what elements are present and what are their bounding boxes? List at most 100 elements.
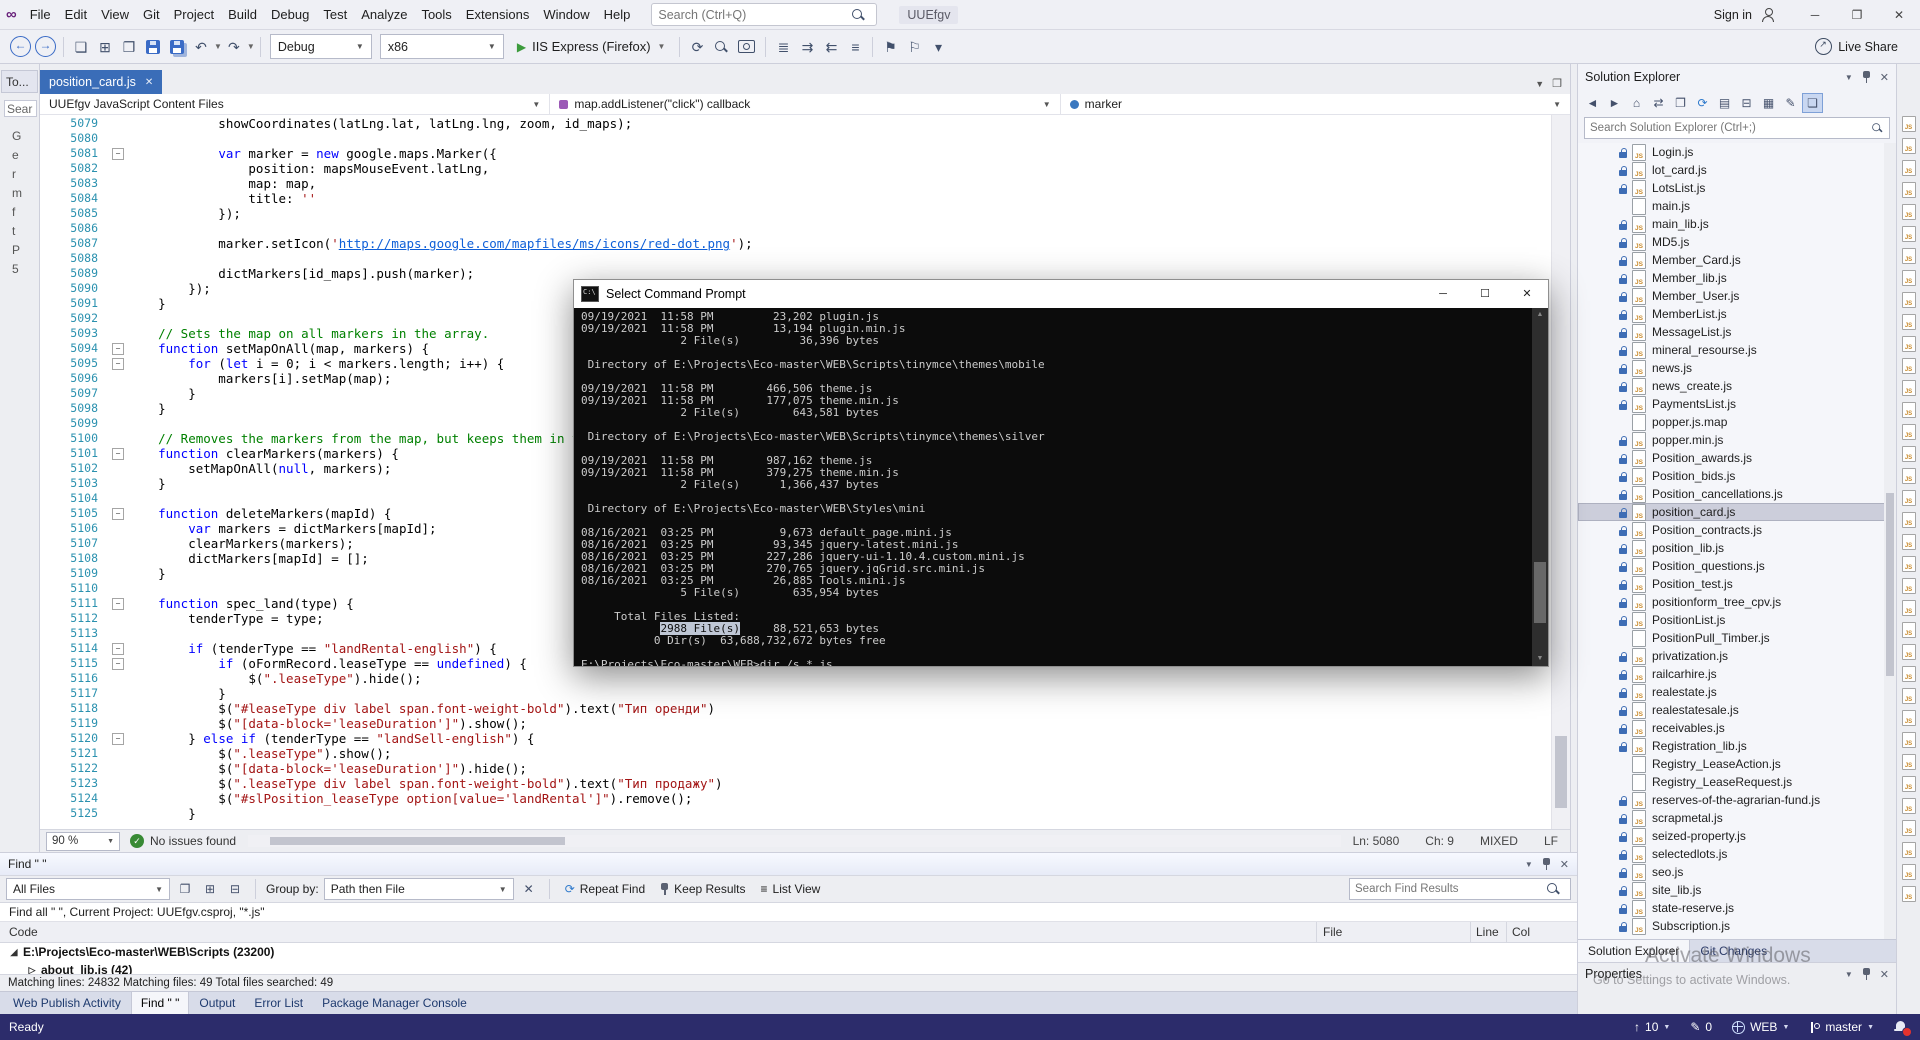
tree-item-realestate-js[interactable]: realestate.js <box>1578 683 1896 701</box>
expanded-icon[interactable]: ◢ <box>8 947 20 958</box>
search-find-results-input[interactable]: Search Find Results <box>1349 878 1571 900</box>
menu-project[interactable]: Project <box>167 7 221 22</box>
current-document-icon[interactable]: ❐ <box>175 879 195 899</box>
open-file-icon[interactable]: ❐ <box>117 36 141 58</box>
unwrap-icon[interactable]: ⇇ <box>819 36 843 58</box>
push-count-button[interactable]: ↑ 10 ▼ <box>1634 1020 1670 1034</box>
cmd-minimize-button[interactable]: ─ <box>1422 280 1464 308</box>
column-code[interactable]: Code <box>0 922 1317 942</box>
cmd-maximize-button[interactable]: ☐ <box>1464 280 1506 308</box>
column-file[interactable]: File <box>1317 922 1471 942</box>
bottom-tab-find-[interactable]: Find " " <box>130 992 190 1014</box>
tree-item-receivables-js[interactable]: receivables.js <box>1578 719 1896 737</box>
scroll-up-icon[interactable]: ▲ <box>1532 308 1548 322</box>
pin-icon[interactable] <box>1862 967 1871 981</box>
group-by-dropdown[interactable]: Path then File ▼ <box>323 878 514 900</box>
menu-analyze[interactable]: Analyze <box>354 7 414 22</box>
tree-item-registration-lib-js[interactable]: Registration_lib.js <box>1578 737 1896 755</box>
editor-vertical-scrollbar[interactable] <box>1551 115 1570 829</box>
tree-item-subscription-js[interactable]: Subscription.js <box>1578 917 1896 935</box>
scrollbar-thumb[interactable] <box>269 837 565 845</box>
redo-icon[interactable]: ↷ <box>222 36 246 58</box>
cmd-close-button[interactable]: ✕ <box>1506 280 1548 308</box>
show-all-files-icon[interactable]: ▦ <box>1758 93 1779 113</box>
menu-file[interactable]: File <box>23 7 58 22</box>
menu-tools[interactable]: Tools <box>414 7 458 22</box>
browser-inspect-icon[interactable] <box>714 40 728 54</box>
tab-position-card[interactable]: position_card.js ✕ <box>40 70 163 94</box>
tree-item-reserves-of-the-agrarian-fund-js[interactable]: reserves-of-the-agrarian-fund.js <box>1578 791 1896 809</box>
close-button[interactable]: ✕ <box>1878 0 1920 30</box>
minimize-button[interactable]: ─ <box>1794 0 1836 30</box>
menu-window[interactable]: Window <box>536 7 596 22</box>
toolbox-search-input[interactable]: Sear <box>4 100 37 117</box>
pending-edits-button[interactable]: ✎ 0 <box>1690 1020 1712 1034</box>
tree-item-selectedlots-js[interactable]: selectedlots.js <box>1578 845 1896 863</box>
menu-build[interactable]: Build <box>221 7 264 22</box>
run-button[interactable]: ▶ IIS Express (Firefox) ▼ <box>508 35 675 59</box>
refresh-icon[interactable]: ⟳ <box>1692 93 1713 113</box>
new-project-icon[interactable]: ❏ <box>69 36 93 58</box>
tree-item-lot-card-js[interactable]: lot_card.js <box>1578 161 1896 179</box>
menu-edit[interactable]: Edit <box>58 7 94 22</box>
tree-item-member-lib-js[interactable]: Member_lib.js <box>1578 269 1896 287</box>
lines-icon[interactable]: ≡ <box>843 36 867 58</box>
tree-item-position-cancellations-js[interactable]: Position_cancellations.js <box>1578 485 1896 503</box>
cmd-title-bar[interactable]: Select Command Prompt ─ ☐ ✕ <box>574 280 1548 308</box>
tree-item-state-reserve-js[interactable]: state-reserve.js <box>1578 899 1896 917</box>
toolbox-tab[interactable]: To... <box>1 70 38 93</box>
editor-horizontal-scrollbar[interactable] <box>248 835 1341 847</box>
nav-project-dropdown[interactable]: UUEfgv JavaScript Content Files ▼ <box>40 94 551 114</box>
tree-item-messagelist-js[interactable]: MessageList.js <box>1578 323 1896 341</box>
nav-forward-icon[interactable]: → <box>35 36 56 57</box>
tree-item-positionpull-timber-js[interactable]: PositionPull_Timber.js <box>1578 629 1896 647</box>
close-icon[interactable]: ✕ <box>1880 968 1889 981</box>
menu-test[interactable]: Test <box>316 7 354 22</box>
find-result-row[interactable]: ▷ about_lib.js (42) <box>0 961 1577 974</box>
preview-selected-icon[interactable]: ❏ <box>1802 93 1823 113</box>
fold-collapse-icon[interactable]: − <box>112 733 124 745</box>
fold-collapse-icon[interactable]: − <box>112 448 124 460</box>
bottom-tab-web-publish-activity[interactable]: Web Publish Activity <box>4 992 130 1014</box>
notifications-button[interactable] <box>1894 1020 1912 1037</box>
refresh-icon[interactable]: ⟳ <box>685 36 709 58</box>
tree-item-member-user-js[interactable]: Member_User.js <box>1578 287 1896 305</box>
debug-config-dropdown[interactable]: Debug ▼ <box>269 34 372 59</box>
panel-tab-solution-explorer[interactable]: Solution Explorer <box>1578 940 1691 962</box>
window-menu-icon[interactable]: ▼ <box>1845 970 1853 979</box>
repeat-find-button[interactable]: ⟳ Repeat Find <box>560 879 650 899</box>
add-item-icon[interactable]: ⊞ <box>93 36 117 58</box>
menu-git[interactable]: Git <box>136 7 167 22</box>
toolbar-overflow-icon[interactable]: ▾ <box>926 36 950 58</box>
tree-item-position-bids-js[interactable]: Position_bids.js <box>1578 467 1896 485</box>
tree-item-position-card-js[interactable]: position_card.js <box>1578 503 1896 521</box>
live-share-button[interactable]: Live Share <box>1815 38 1912 55</box>
tree-item-site-lib-js[interactable]: site_lib.js <box>1578 881 1896 899</box>
column-line[interactable]: Line <box>1471 922 1507 942</box>
tree-item-privatization-js[interactable]: privatization.js <box>1578 647 1896 665</box>
find-scope-dropdown[interactable]: All Files ▼ <box>6 878 170 900</box>
clear-results-icon[interactable]: ✕ <box>519 879 539 899</box>
tree-item-memberlist-js[interactable]: MemberList.js <box>1578 305 1896 323</box>
save-all-icon[interactable] <box>170 39 184 54</box>
maximize-button[interactable]: ❐ <box>1836 0 1878 30</box>
fold-collapse-icon[interactable]: − <box>112 643 124 655</box>
collapse-all-icon[interactable]: ⊟ <box>225 879 245 899</box>
tree-item-positionform-tree-cpv-js[interactable]: positionform_tree_cpv.js <box>1578 593 1896 611</box>
tree-item-positionlist-js[interactable]: PositionList.js <box>1578 611 1896 629</box>
fold-collapse-icon[interactable]: − <box>112 148 124 160</box>
window-menu-icon[interactable]: ▼ <box>1845 73 1853 82</box>
pin-icon[interactable] <box>1542 857 1551 871</box>
command-prompt-window[interactable]: Select Command Prompt ─ ☐ ✕ 09/19/2021 1… <box>573 279 1549 667</box>
tree-item-registry-leaserequest-js[interactable]: Registry_LeaseRequest.js <box>1578 773 1896 791</box>
undo-icon[interactable]: ↶ <box>189 36 213 58</box>
fold-collapse-icon[interactable]: − <box>112 658 124 670</box>
find-panel-header[interactable]: Find " " ▼ ✕ <box>0 853 1577 876</box>
tab-list-dropdown-icon[interactable]: ▼ <box>1535 79 1544 89</box>
fold-collapse-icon[interactable]: − <box>112 598 124 610</box>
keep-results-button[interactable]: Keep Results <box>655 879 750 899</box>
switch-views-icon[interactable]: ⇄ <box>1648 93 1669 113</box>
solution-search-input[interactable]: Search Solution Explorer (Ctrl+;) <box>1584 117 1890 139</box>
tree-item-news-js[interactable]: news.js <box>1578 359 1896 377</box>
tree-item-position-lib-js[interactable]: position_lib.js <box>1578 539 1896 557</box>
